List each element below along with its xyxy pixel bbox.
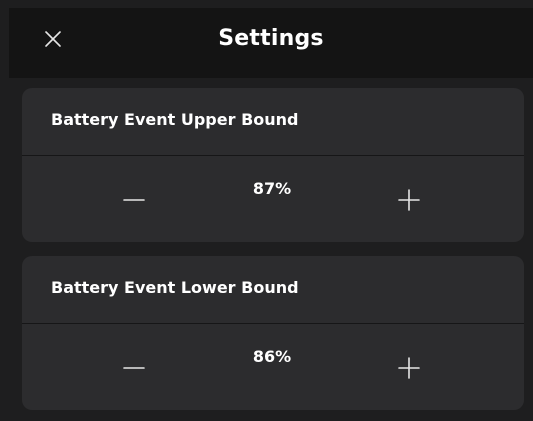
minus-icon	[123, 367, 145, 369]
lower-bound-increment-button[interactable]	[389, 348, 429, 388]
lower-bound-value: 86%	[252, 347, 292, 366]
upper-bound-increment-button[interactable]	[389, 180, 429, 220]
upper-bound-value: 87%	[252, 179, 292, 198]
page-title: Settings	[218, 26, 324, 51]
card-divider	[22, 323, 524, 324]
upper-bound-label: Battery Event Upper Bound	[51, 110, 299, 129]
upper-bound-decrement-button[interactable]	[114, 180, 154, 220]
header-bar: Settings	[9, 8, 533, 78]
settings-screen: Settings Battery Event Upper Bound 87% B…	[0, 0, 533, 421]
lower-bound-decrement-button[interactable]	[114, 348, 154, 388]
lower-bound-card: Battery Event Lower Bound 86%	[22, 256, 524, 410]
upper-bound-card: Battery Event Upper Bound 87%	[22, 88, 524, 242]
lower-bound-label: Battery Event Lower Bound	[51, 278, 299, 297]
plus-icon	[398, 357, 420, 379]
card-divider	[22, 155, 524, 156]
plus-icon	[398, 189, 420, 211]
minus-icon	[123, 199, 145, 201]
